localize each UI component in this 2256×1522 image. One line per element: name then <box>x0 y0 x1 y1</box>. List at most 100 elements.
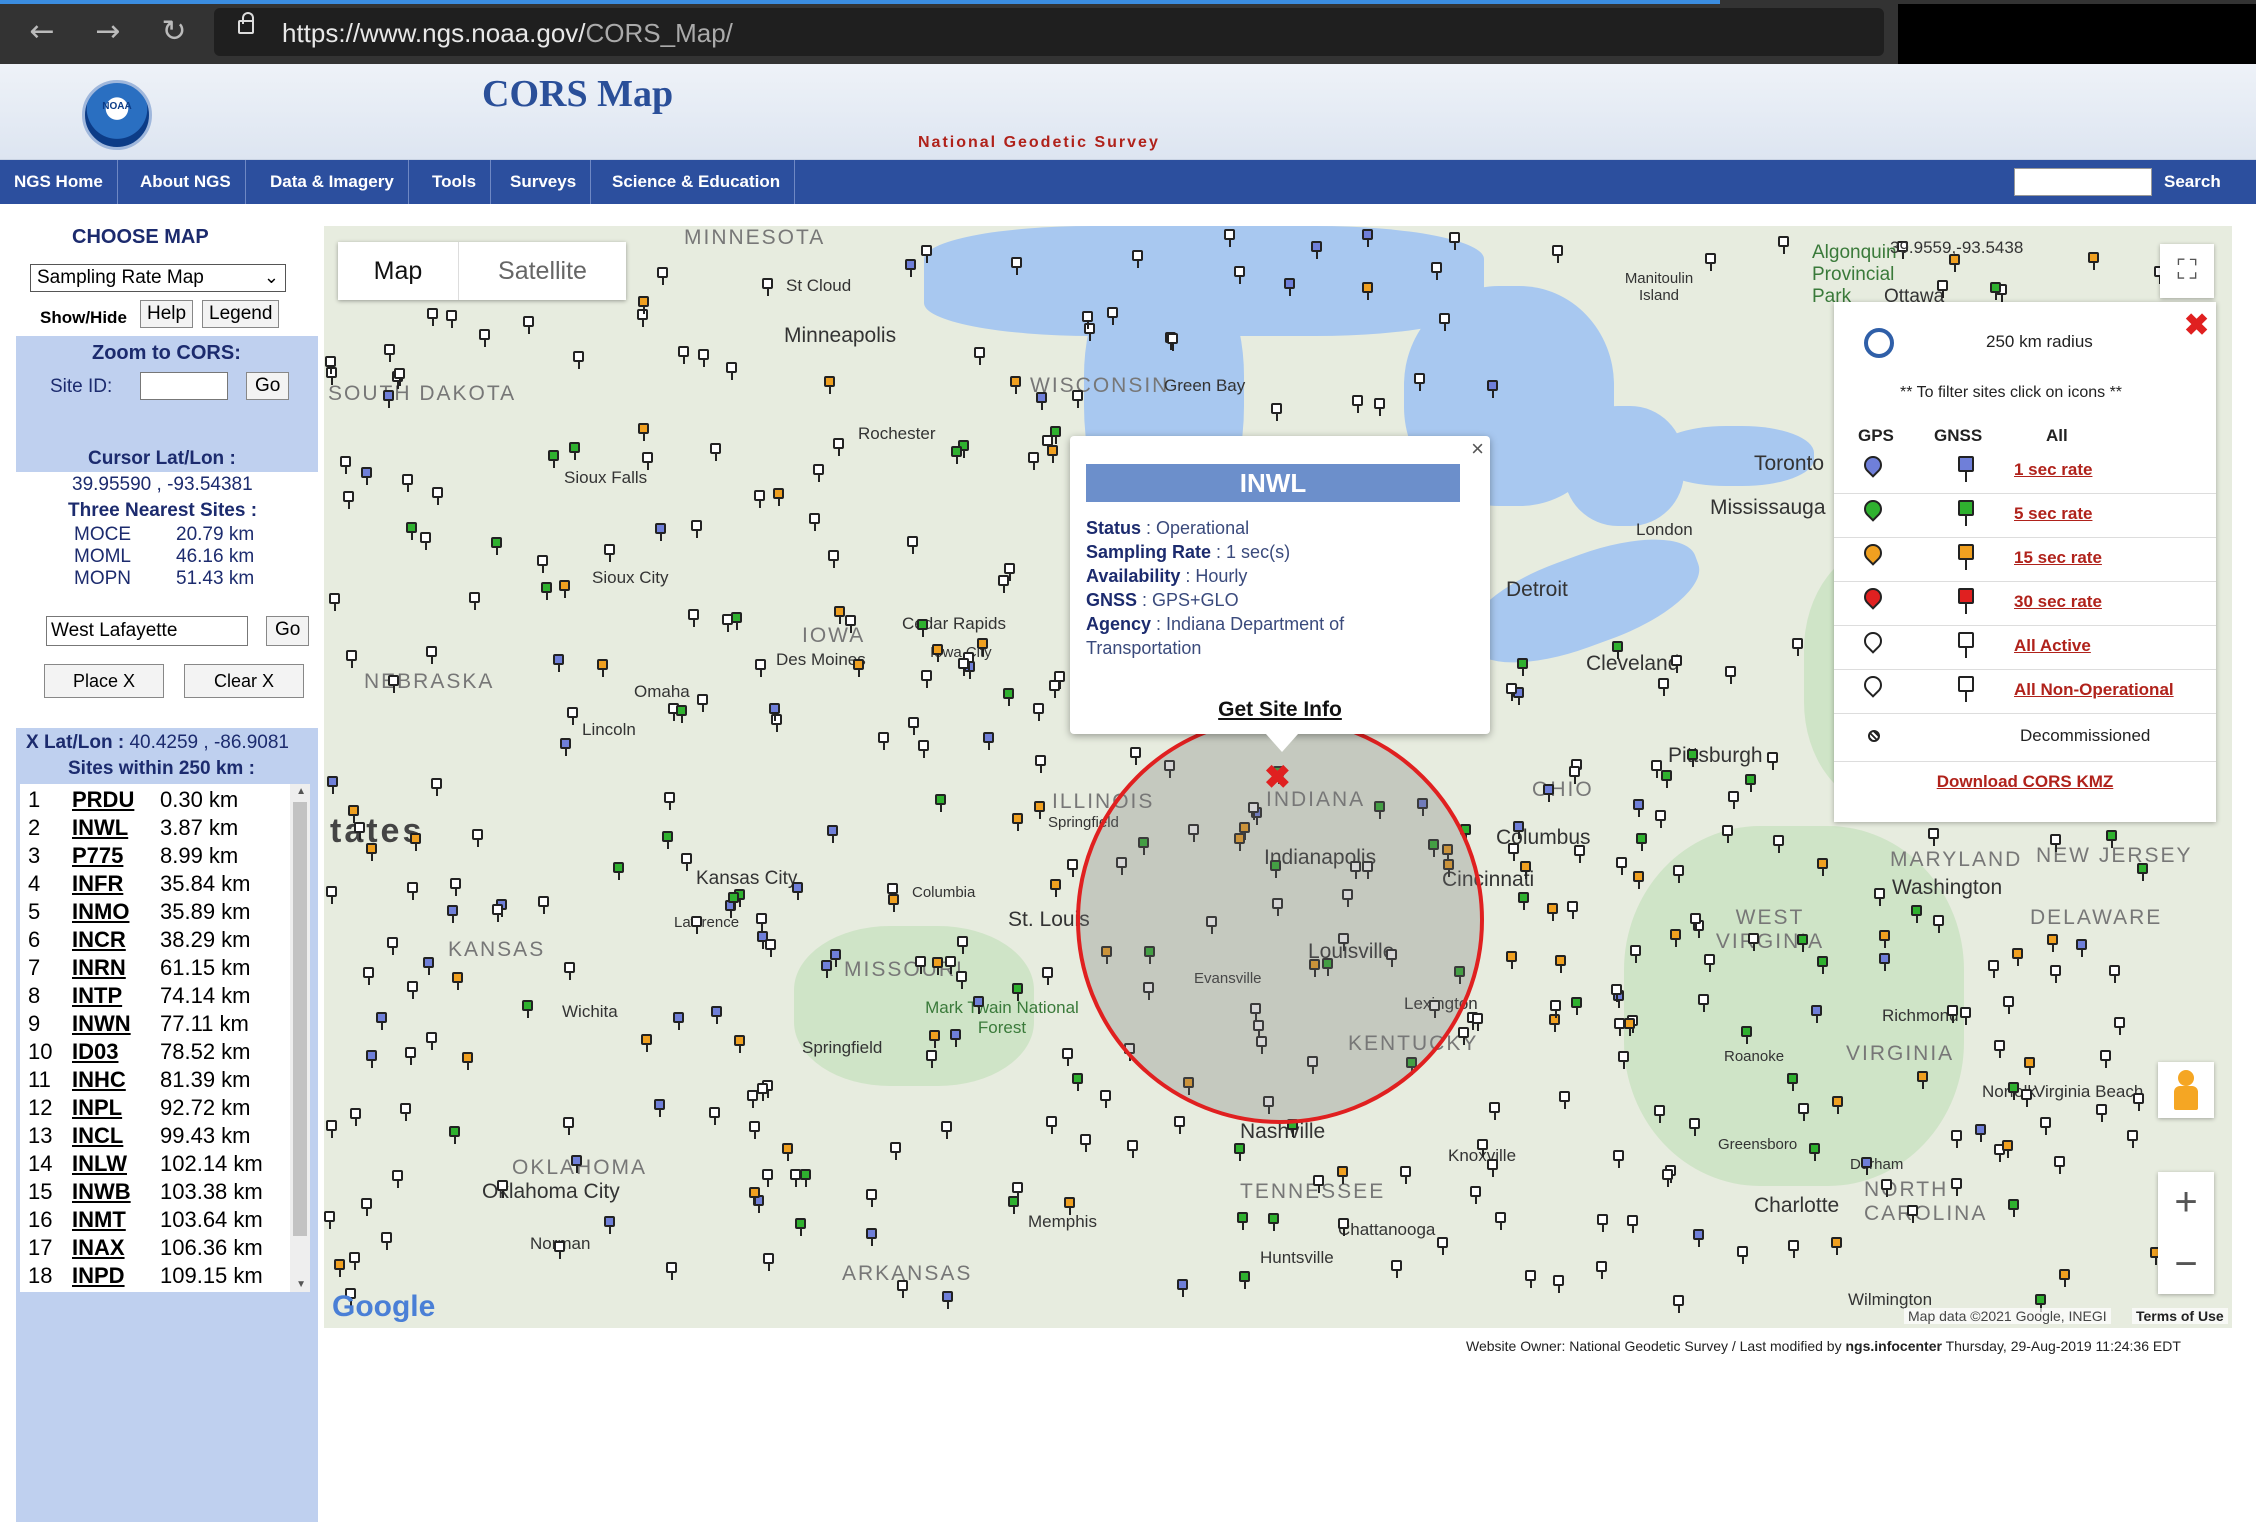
search-input[interactable] <box>2014 168 2152 196</box>
station-pin-icon[interactable] <box>350 1108 361 1126</box>
station-pin-icon[interactable] <box>1951 1178 1962 1196</box>
station-pin-icon[interactable] <box>449 1126 460 1144</box>
station-pin-icon[interactable] <box>698 349 709 367</box>
station-pin-icon[interactable] <box>2002 1140 2013 1158</box>
station-pin-icon[interactable] <box>641 1034 652 1052</box>
station-pin-icon[interactable] <box>1831 1237 1842 1255</box>
station-pin-icon[interactable] <box>771 714 782 732</box>
station-pin-icon[interactable] <box>754 490 765 508</box>
station-pin-icon[interactable] <box>569 442 580 460</box>
station-pin-icon[interactable] <box>1400 1166 1411 1184</box>
site-code-link[interactable]: INWN <box>72 1010 131 1038</box>
station-pin-icon[interactable] <box>941 1121 952 1139</box>
station-pin-icon[interactable] <box>1543 784 1554 802</box>
station-pin-icon[interactable] <box>1874 888 1885 906</box>
station-pin-icon[interactable] <box>349 1252 360 1270</box>
station-pin-icon[interactable] <box>2076 939 2087 957</box>
gps-pin-icon[interactable] <box>1860 496 1886 522</box>
station-pin-icon[interactable] <box>809 513 820 531</box>
station-pin-icon[interactable] <box>827 825 838 843</box>
close-icon[interactable]: × <box>1471 436 1484 462</box>
station-pin-icon[interactable] <box>553 654 564 672</box>
station-pin-icon[interactable] <box>1082 311 1093 329</box>
decommissioned-icon[interactable] <box>1868 730 1880 742</box>
station-pin-icon[interactable] <box>1177 1279 1188 1297</box>
station-pin-icon[interactable] <box>932 644 943 662</box>
station-pin-icon[interactable] <box>1811 1005 1822 1023</box>
station-pin-icon[interactable] <box>1559 1091 1570 1109</box>
station-pin-icon[interactable] <box>917 619 928 637</box>
station-pin-icon[interactable] <box>537 555 548 573</box>
station-pin-icon[interactable] <box>613 862 624 880</box>
station-pin-icon[interactable] <box>1525 1270 1536 1288</box>
station-pin-icon[interactable] <box>890 1142 901 1160</box>
station-pin-icon[interactable] <box>2088 252 2099 270</box>
station-pin-icon[interactable] <box>1520 861 1531 879</box>
station-pin-icon[interactable] <box>523 316 534 334</box>
station-pin-icon[interactable] <box>1633 799 1644 817</box>
station-pin-icon[interactable] <box>929 1030 940 1048</box>
station-pin-icon[interactable] <box>908 717 919 735</box>
station-pin-icon[interactable] <box>907 536 918 554</box>
station-pin-icon[interactable] <box>348 805 359 823</box>
station-pin-icon[interactable] <box>392 1170 403 1188</box>
station-pin-icon[interactable] <box>897 1280 908 1298</box>
station-pin-icon[interactable] <box>697 694 708 712</box>
station-pin-icon[interactable] <box>734 1035 745 1053</box>
terms-link[interactable]: Terms of Use <box>2132 1308 2228 1324</box>
station-pin-icon[interactable] <box>1012 813 1023 831</box>
station-pin-icon[interactable] <box>688 609 699 627</box>
station-pin-icon[interactable] <box>564 962 575 980</box>
get-site-info-link[interactable]: Get Site Info <box>1070 698 1490 722</box>
station-pin-icon[interactable] <box>1489 1102 1500 1120</box>
legend-filter-link[interactable]: All Active <box>2014 636 2091 656</box>
nav-about-ngs[interactable]: About NGS <box>126 160 246 204</box>
station-pin-icon[interactable] <box>567 707 578 725</box>
station-pin-icon[interactable] <box>1928 828 1939 846</box>
site-code-link[interactable]: INFR <box>72 870 123 898</box>
station-pin-icon[interactable] <box>1127 1140 1138 1158</box>
station-pin-icon[interactable] <box>800 1169 811 1187</box>
station-pin-icon[interactable] <box>327 776 338 794</box>
tab-map[interactable]: Map <box>338 242 458 300</box>
station-pin-icon[interactable] <box>1477 1139 1488 1157</box>
station-pin-icon[interactable] <box>1673 865 1684 883</box>
station-pin-icon[interactable] <box>1704 954 1715 972</box>
station-pin-icon[interactable] <box>1988 960 1999 978</box>
station-pin-icon[interactable] <box>845 615 856 633</box>
station-pin-icon[interactable] <box>423 957 434 975</box>
station-pin-icon[interactable] <box>942 1291 953 1309</box>
station-pin-icon[interactable] <box>1449 232 1460 250</box>
station-pin-icon[interactable] <box>492 904 503 922</box>
help-button[interactable]: Help <box>140 300 194 328</box>
station-pin-icon[interactable] <box>1004 563 1015 581</box>
station-pin-icon[interactable] <box>1352 395 1363 413</box>
station-pin-icon[interactable] <box>710 443 721 461</box>
station-pin-icon[interactable] <box>722 614 733 632</box>
station-pin-icon[interactable] <box>657 267 668 285</box>
station-pin-icon[interactable] <box>664 792 675 810</box>
station-pin-icon[interactable] <box>604 1216 615 1234</box>
cors-map[interactable]: MINNESOTA St Cloud Minneapolis WISCONSIN… <box>324 226 2232 1328</box>
back-arrow-icon[interactable]: ← <box>24 14 60 50</box>
station-pin-icon[interactable] <box>1569 766 1580 784</box>
station-pin-icon[interactable] <box>1655 810 1666 828</box>
station-pin-icon[interactable] <box>1633 871 1644 889</box>
station-pin-icon[interactable] <box>2008 1082 2019 1100</box>
station-pin-icon[interactable] <box>366 843 377 861</box>
station-pin-icon[interactable] <box>1337 1166 1348 1184</box>
station-pin-icon[interactable] <box>638 296 649 314</box>
station-pin-icon[interactable] <box>1879 930 1890 948</box>
station-pin-icon[interactable] <box>1627 1215 1638 1233</box>
station-pin-icon[interactable] <box>469 592 480 610</box>
station-pin-icon[interactable] <box>1033 703 1044 721</box>
station-pin-icon[interactable] <box>384 344 395 362</box>
station-pin-icon[interactable] <box>945 956 956 974</box>
gps-pin-icon[interactable] <box>1860 672 1886 698</box>
station-pin-icon[interactable] <box>1084 323 1095 341</box>
station-pin-icon[interactable] <box>935 794 946 812</box>
station-pin-icon[interactable] <box>405 1047 416 1065</box>
station-pin-icon[interactable] <box>666 1262 677 1280</box>
station-pin-icon[interactable] <box>1574 845 1585 863</box>
station-pin-icon[interactable] <box>795 1218 806 1236</box>
